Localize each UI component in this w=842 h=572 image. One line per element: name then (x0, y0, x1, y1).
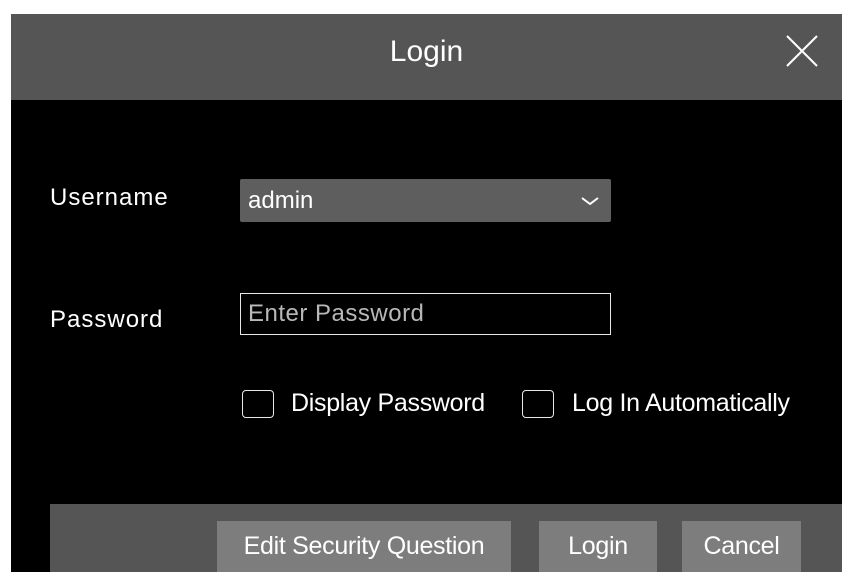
username-value: admin (248, 187, 314, 214)
dialog-title: Login (389, 35, 464, 68)
display-password-label: Display Password (291, 389, 485, 417)
login-button[interactable]: Login (539, 521, 657, 572)
chevron-down-icon (581, 197, 599, 205)
display-password-box[interactable] (242, 389, 274, 418)
cancel-button[interactable]: Cancel (682, 521, 801, 572)
button-bar: Edit Security Question Login Cancel (50, 504, 842, 572)
close-button[interactable] (783, 32, 821, 70)
password-input[interactable] (240, 293, 611, 335)
auto-login-box[interactable] (522, 389, 554, 418)
auto-login-checkbox[interactable]: Log In Automatically (522, 389, 790, 418)
username-select[interactable]: admin (240, 179, 611, 222)
edit-security-question-button[interactable]: Edit Security Question (217, 521, 511, 572)
username-label: Username (50, 184, 169, 211)
display-password-checkbox[interactable]: Display Password (242, 389, 485, 418)
auto-login-label: Log In Automatically (572, 389, 790, 417)
close-icon (786, 35, 818, 67)
password-label: Password (50, 306, 164, 333)
login-dialog: Login Username admin Password Display Pa… (11, 14, 842, 572)
title-bar: Login (11, 14, 842, 100)
